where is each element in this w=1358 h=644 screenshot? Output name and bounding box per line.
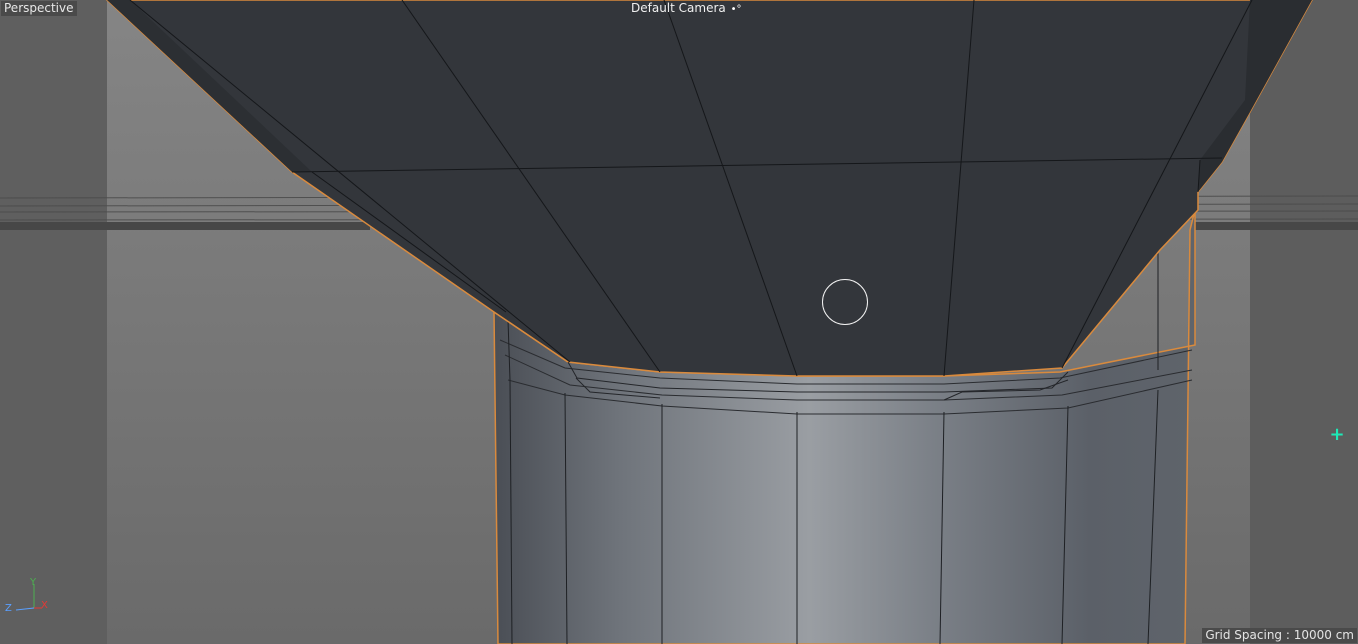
axis-y-label: Y: [30, 577, 37, 588]
brush-cursor: [822, 279, 868, 325]
camera-icon[interactable]: •°: [731, 2, 742, 17]
camera-label: Default Camera: [631, 1, 726, 15]
left-dark-band: [0, 0, 107, 644]
grid-spacing-label: Grid Spacing : 10000 cm: [1202, 628, 1357, 643]
camera-menu[interactable]: Default Camera •°: [631, 1, 742, 17]
horizon-shadow-right: [1195, 222, 1358, 230]
add-crosshair-icon: +: [1329, 424, 1345, 445]
axis-x-label: X: [41, 600, 48, 611]
3d-viewport[interactable]: Perspective Default Camera •° + Y Z X Gr…: [0, 0, 1358, 644]
horizon-shadow-left: [0, 222, 370, 230]
view-name-label[interactable]: Perspective: [1, 1, 77, 16]
axis-z-label: Z: [5, 603, 12, 614]
right-dark-band: [1250, 0, 1358, 644]
axis-gizmo: Y Z X: [2, 576, 58, 616]
viewport-scene[interactable]: [0, 0, 1358, 644]
